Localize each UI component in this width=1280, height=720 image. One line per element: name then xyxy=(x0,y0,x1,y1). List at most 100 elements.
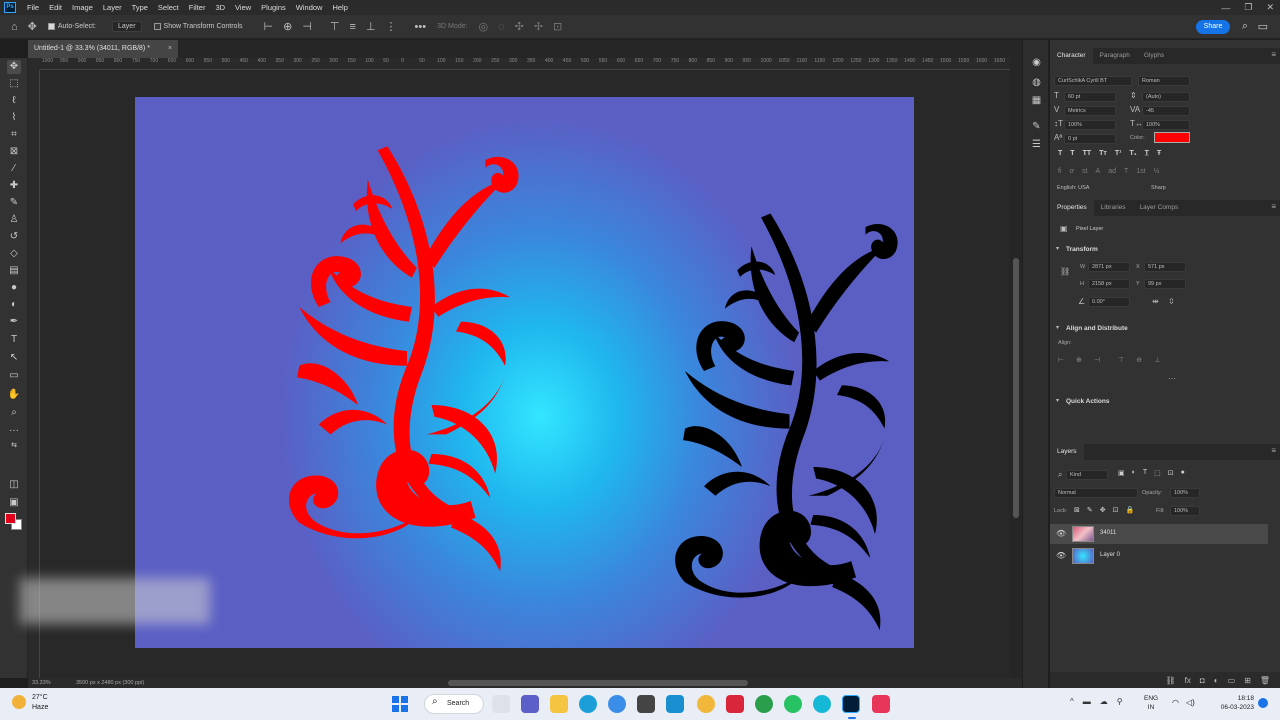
blur-tool-icon[interactable]: ● xyxy=(7,281,21,295)
app-icon-blue[interactable] xyxy=(666,695,684,713)
wifi-icon[interactable]: ◠ xyxy=(1172,698,1179,707)
weather-icon[interactable] xyxy=(12,695,26,709)
minimize-button[interactable]: — xyxy=(1221,3,1230,13)
vertical-scrollbar[interactable] xyxy=(1010,58,1022,678)
text-color-swatch[interactable] xyxy=(1154,132,1190,143)
tab-glyphs[interactable]: Glyphs xyxy=(1137,48,1171,64)
edit-toolbar-icon[interactable]: ··· xyxy=(7,424,21,438)
language-select[interactable]: English: USA xyxy=(1054,184,1122,194)
close-tab-icon[interactable]: × xyxy=(168,40,172,58)
lasso-tool-icon[interactable]: ℓ xyxy=(7,94,21,108)
usb-icon[interactable]: ⚲ xyxy=(1117,697,1123,706)
height-field[interactable]: 2158 px xyxy=(1088,279,1130,289)
ordinals-button[interactable]: ad xyxy=(1108,168,1116,175)
edge-browser-icon[interactable] xyxy=(579,695,597,713)
history-brush-icon[interactable]: ↺ xyxy=(7,230,21,244)
transform-chevron-icon[interactable]: ▾ xyxy=(1056,245,1059,252)
filter-pixel-icon[interactable]: ▣ xyxy=(1118,469,1125,477)
align-right-icon[interactable]: ⊣ xyxy=(297,20,317,33)
align-chevron-icon[interactable]: ▾ xyxy=(1056,324,1059,331)
language-indicator[interactable]: ENG IN xyxy=(1144,694,1158,712)
align-left-icon[interactable]: ⊢ xyxy=(259,20,279,33)
visibility-eye-icon[interactable]: 👁 xyxy=(1056,551,1066,560)
filter-toggle-icon[interactable]: ● xyxy=(1181,469,1185,477)
delete-layer-icon[interactable]: 🗑 xyxy=(1260,676,1270,685)
ligatures-button[interactable]: fi xyxy=(1058,168,1062,175)
quick-mask-icon[interactable]: ◫ xyxy=(7,478,21,492)
layer-filter-kind[interactable]: Kind xyxy=(1066,470,1108,480)
menu-help[interactable]: Help xyxy=(327,3,352,12)
lock-all-icon[interactable]: 🔒 xyxy=(1126,506,1135,514)
menu-select[interactable]: Select xyxy=(153,3,184,12)
recorder-icon[interactable] xyxy=(872,695,890,713)
pen-tool-icon[interactable]: ✒ xyxy=(7,315,21,329)
character-panel-menu-icon[interactable]: ≡ xyxy=(1271,50,1276,59)
show-transform-checkbox[interactable] xyxy=(153,23,161,30)
document-info[interactable]: 3500 px x 2480 px (300 ppi) xyxy=(76,680,144,686)
adjustments-panel-icon[interactable]: ☰ xyxy=(1030,138,1043,151)
new-adjustment-icon[interactable]: ◐ xyxy=(1214,676,1219,685)
marquee-tool-icon[interactable]: ⬚ xyxy=(7,77,21,91)
more-align-icon[interactable]: ··· xyxy=(1168,374,1176,383)
auto-select-target[interactable]: Layer xyxy=(112,21,142,32)
path-select-icon[interactable]: ↖ xyxy=(7,351,21,365)
tray-overflow-icon[interactable]: ^ xyxy=(1070,697,1074,706)
stylistic-button[interactable]: T xyxy=(1124,168,1128,175)
superscript-button[interactable]: T¹ xyxy=(1115,150,1122,157)
filter-type-icon[interactable]: T xyxy=(1143,469,1147,477)
task-view-icon[interactable] xyxy=(492,695,510,713)
clone-stamp-icon[interactable]: ♙ xyxy=(7,213,21,227)
show-transform-option[interactable]: Show Transform Controls xyxy=(148,15,249,39)
vertical-scale-field[interactable]: 100% xyxy=(1064,120,1116,130)
kerning-field[interactable]: Metrics xyxy=(1064,106,1116,116)
faux-bold-button[interactable]: T xyxy=(1058,150,1062,157)
more-options-icon[interactable]: ••• xyxy=(410,21,432,33)
brush-settings-icon[interactable]: ✎ xyxy=(1030,120,1043,133)
share-button[interactable]: Share xyxy=(1196,20,1230,34)
tab-libraries[interactable]: Libraries xyxy=(1094,200,1133,216)
menu-layer[interactable]: Layer xyxy=(98,3,127,12)
weather-widget[interactable]: 27°C Haze xyxy=(32,693,48,713)
default-colors-icon[interactable]: ⇆ xyxy=(7,439,21,453)
faux-italic-button[interactable]: T xyxy=(1070,150,1074,157)
horizontal-scale-field[interactable]: 100% xyxy=(1142,120,1190,130)
layer-style-icon[interactable]: fx xyxy=(1185,676,1191,685)
menu-file[interactable]: File xyxy=(22,3,44,12)
menu-type[interactable]: Type xyxy=(127,3,153,12)
blend-mode-select[interactable]: Normal xyxy=(1054,488,1138,498)
dodge-tool-icon[interactable]: ◐ xyxy=(7,298,21,312)
properties-panel-menu-icon[interactable]: ≡ xyxy=(1271,202,1276,211)
vertical-scroll-thumb[interactable] xyxy=(1013,258,1019,518)
frame-tool-icon[interactable]: ⊠ xyxy=(7,145,21,159)
scale-3d-icon[interactable]: ⊡ xyxy=(548,20,567,33)
flip-horizontal-icon[interactable]: ⇹ xyxy=(1152,297,1159,306)
menu-filter[interactable]: Filter xyxy=(184,3,211,12)
quick-actions-chevron-icon[interactable]: ▾ xyxy=(1056,397,1059,404)
notification-icon[interactable] xyxy=(1258,698,1268,708)
gradient-tool-icon[interactable]: ▤ xyxy=(7,264,21,278)
layer-row[interactable]: 👁 34011 xyxy=(1050,524,1268,544)
lock-image-icon[interactable]: ✎ xyxy=(1087,506,1093,514)
home-icon[interactable]: ⌂ xyxy=(6,21,23,33)
y-field[interactable]: 99 px xyxy=(1144,279,1186,289)
width-field[interactable]: 2871 px xyxy=(1088,262,1130,272)
cortana-icon[interactable] xyxy=(813,695,831,713)
tab-layers[interactable]: Layers xyxy=(1050,444,1084,460)
app-icon-yellow[interactable] xyxy=(697,695,715,713)
tab-paragraph[interactable]: Paragraph xyxy=(1093,48,1137,64)
history-panel-icon[interactable]: ◉ xyxy=(1030,56,1043,69)
filter-adjustment-icon[interactable]: ◐ xyxy=(1132,469,1136,477)
align-h-centers-icon[interactable]: ⊕ xyxy=(1076,356,1082,364)
flip-vertical-icon[interactable]: ⇳ xyxy=(1168,297,1175,306)
auto-select-dropdown[interactable]: Layer xyxy=(102,15,148,39)
move-tool-preset-icon[interactable]: ✥ xyxy=(23,20,42,33)
new-layer-icon[interactable]: ⊞ xyxy=(1244,676,1251,685)
underline-button[interactable]: T̲ xyxy=(1145,150,1149,157)
teams-chat-icon[interactable] xyxy=(521,695,539,713)
rectangle-tool-icon[interactable]: ▭ xyxy=(7,369,21,383)
whatsapp-icon[interactable] xyxy=(784,695,802,713)
font-style-select[interactable]: Roman xyxy=(1138,76,1190,86)
pan-3d-icon[interactable]: ✣ xyxy=(510,20,529,33)
start-button[interactable] xyxy=(392,696,408,712)
move-tool-icon[interactable]: ✥ xyxy=(7,60,21,74)
